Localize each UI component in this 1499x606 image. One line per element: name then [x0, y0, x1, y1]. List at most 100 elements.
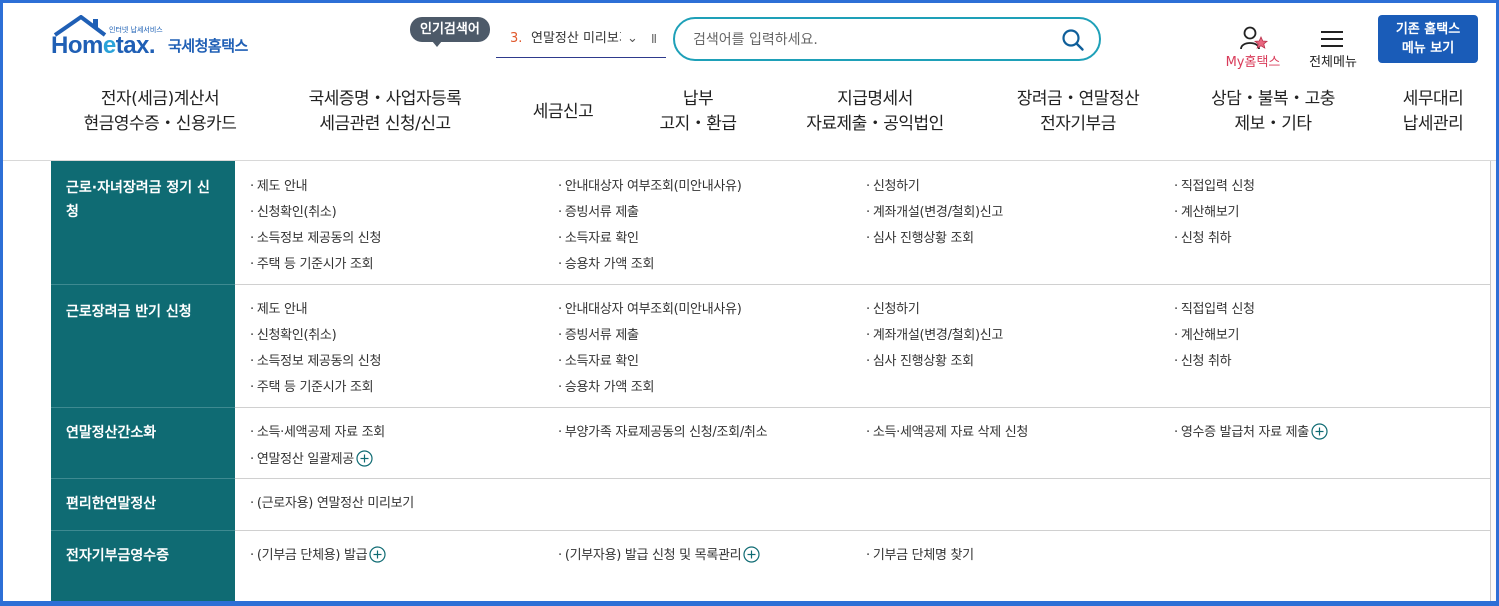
nav-line: 고지・환급 — [659, 114, 737, 134]
submenu-link[interactable]: 증빙서류 제출 — [558, 324, 639, 343]
popular-term[interactable]: 연말정산 미리보기 — [531, 22, 621, 56]
search-box — [673, 17, 1101, 61]
nav-line: 납세관리 — [1402, 114, 1464, 134]
submenu-link[interactable]: 심사 진행상황 조회 — [866, 350, 974, 369]
nav-line: 상담・불복・고충 — [1211, 89, 1335, 109]
submenu-link[interactable]: 신청하기 — [866, 175, 920, 194]
submenu-link-with-expand[interactable]: (기부자용) 발급 신청 및 목록관리 — [558, 544, 760, 563]
nav-item-e-invoice[interactable]: 전자(세금)계산서 현금영수증・신용카드 — [75, 87, 245, 137]
submenu-link[interactable]: 신청 취하 — [1174, 227, 1232, 246]
submenu-row: 근로장려금 반기 신청 제도 안내 안내대상자 여부조회(미안내사유) 신청하기… — [51, 285, 1491, 408]
submenu-link[interactable]: 심사 진행상황 조회 — [866, 227, 974, 246]
submenu-link[interactable]: 계산해보기 — [1174, 324, 1240, 343]
row-title[interactable]: 연말정산간소화 — [51, 408, 235, 478]
site-header: 인터넷 납세서비스 Hometax. 국세청홈택스 인기검색어 3. 연말정산 … — [3, 3, 1496, 73]
row-title[interactable]: 근로·자녀장려금 정기 신청 — [51, 161, 235, 284]
nav-item-payment[interactable]: 납부 고지・환급 — [643, 87, 753, 137]
all-menu-label: 전체메뉴 — [1309, 55, 1357, 70]
nav-item-payment-statement[interactable]: 지급명세서 자료제출・공익법인 — [793, 87, 957, 137]
plus-circle-icon[interactable] — [743, 546, 760, 563]
nav-line: 세금신고 — [532, 102, 594, 122]
nav-line: 세금관련 신청/신고 — [319, 114, 451, 134]
row-title[interactable]: 근로장려금 반기 신청 — [51, 285, 235, 407]
right-edge-scrollbar[interactable] — [1490, 161, 1496, 601]
submenu-link[interactable]: 안내대상자 여부조회(미안내사유) — [558, 298, 742, 317]
hometax-logo[interactable]: 인터넷 납세서비스 Hometax. 국세청홈택스 — [51, 15, 271, 63]
submenu-link[interactable]: 계좌개설(변경/철회)신고 — [866, 201, 1004, 220]
nav-item-certificates[interactable]: 국세증명・사업자등록 세금관련 신청/신고 — [295, 87, 475, 137]
pause-icon[interactable]: II — [651, 22, 657, 56]
submenu-link[interactable]: 직접입력 신청 — [1174, 298, 1255, 317]
submenu-link[interactable]: 제도 안내 — [250, 298, 308, 317]
row-title[interactable]: 전자기부금영수증 — [51, 531, 235, 601]
submenu-link[interactable]: 안내대상자 여부조회(미안내사유) — [558, 175, 742, 194]
plus-circle-icon[interactable] — [1311, 423, 1328, 440]
nav-item-tax-return[interactable]: 세금신고 — [523, 100, 603, 125]
submenu-link[interactable]: 제도 안내 — [250, 175, 308, 194]
submenu-link[interactable]: 계산해보기 — [1174, 201, 1240, 220]
submenu-link[interactable]: 신청확인(취소) — [250, 201, 337, 220]
nav-line: 세무대리 — [1402, 89, 1464, 109]
submenu-link-with-expand[interactable]: (기부금 단체용) 발급 — [250, 544, 386, 563]
search-input[interactable] — [693, 29, 1053, 51]
all-menu-button[interactable]: 전체메뉴 — [1303, 25, 1363, 71]
submenu-link[interactable]: (근로자용) 연말정산 미리보기 — [250, 492, 414, 511]
hamburger-icon — [1321, 31, 1343, 47]
submenu-link[interactable]: 신청하기 — [866, 298, 920, 317]
submenu-link[interactable]: 소득자료 확인 — [558, 350, 639, 369]
legacy-menu-line2: 메뉴 보기 — [1401, 41, 1455, 56]
submenu-link[interactable]: 소득·세액공제 자료 삭제 신청 — [866, 421, 1029, 440]
submenu-link[interactable]: 직접입력 신청 — [1174, 175, 1255, 194]
submenu-table: 근로·자녀장려금 정기 신청 제도 안내 안내대상자 여부조회(미안내사유) 신… — [51, 161, 1491, 601]
submenu-link[interactable]: 기부금 단체명 찾기 — [866, 544, 974, 563]
submenu-link-text: 연말정산 일괄제공 — [256, 452, 354, 467]
submenu-link[interactable]: 소득자료 확인 — [558, 227, 639, 246]
nav-item-incentive-year-end[interactable]: 장려금・연말정산 전자기부금 — [1003, 87, 1153, 137]
nav-line: 현금영수증・신용카드 — [83, 114, 237, 134]
submenu-link[interactable]: 소득·세액공제 자료 조회 — [250, 421, 385, 440]
submenu-link-text: 영수증 발급처 자료 제출 — [1180, 425, 1309, 440]
logo-part-e: e — [102, 32, 116, 59]
nav-item-tax-agent[interactable]: 세무대리 납세관리 — [1393, 87, 1473, 137]
row-title[interactable]: 편리한연말정산 — [51, 479, 235, 530]
my-hometax-label: My홈택스 — [1225, 55, 1281, 70]
submenu-link[interactable]: 승용차 가액 조회 — [558, 376, 655, 395]
logo-part-tax: tax. — [115, 32, 156, 59]
search-icon[interactable] — [1061, 28, 1085, 52]
popular-keywords-badge: 인기검색어 — [410, 17, 490, 47]
my-hometax-button[interactable]: My홈택스 — [1218, 25, 1288, 71]
nav-line: 국세증명・사업자등록 — [308, 89, 462, 109]
submenu-link-text: (기부금 단체용) 발급 — [256, 548, 368, 563]
chevron-down-icon[interactable]: ⌄ — [627, 22, 638, 56]
main-navigation: 전자(세금)계산서 현금영수증・신용카드 국세증명・사업자등록 세금관련 신청/… — [3, 73, 1496, 161]
nav-line: 제보・기타 — [1234, 114, 1312, 134]
plus-circle-icon[interactable] — [369, 546, 386, 563]
submenu-row: 연말정산간소화 소득·세액공제 자료 조회 부양가족 자료제공동의 신청/조회/… — [51, 408, 1491, 479]
nav-line: 납부 — [682, 89, 714, 109]
legacy-menu-button[interactable]: 기존 홈택스 메뉴 보기 — [1378, 15, 1478, 63]
submenu-link[interactable]: 신청확인(취소) — [250, 324, 337, 343]
submenu-link[interactable]: 소득정보 제공동의 신청 — [250, 227, 382, 246]
plus-circle-icon[interactable] — [356, 450, 373, 467]
nav-line: 전자기부금 — [1040, 114, 1116, 134]
submenu-link[interactable]: 부양가족 자료제공동의 신청/조회/취소 — [558, 421, 768, 440]
popular-rank: 3. — [510, 31, 523, 46]
nav-line: 장려금・연말정산 — [1016, 89, 1140, 109]
submenu-link[interactable]: 증빙서류 제출 — [558, 201, 639, 220]
submenu-link-with-expand[interactable]: 영수증 발급처 자료 제출 — [1174, 421, 1328, 440]
logo-wordmark: Hometax. — [51, 32, 156, 60]
popular-keyword-rolling[interactable]: 3. 연말정산 미리보기 ⌄ II — [496, 22, 666, 58]
nav-line: 자료제출・공익법인 — [806, 114, 944, 134]
submenu-link[interactable]: 승용차 가액 조회 — [558, 253, 655, 272]
nav-line: 지급명세서 — [837, 89, 913, 109]
submenu-link-text: (기부자용) 발급 신청 및 목록관리 — [564, 548, 742, 563]
logo-korean-name: 국세청홈택스 — [168, 37, 248, 55]
submenu-link[interactable]: 신청 취하 — [1174, 350, 1232, 369]
submenu-link[interactable]: 주택 등 기준시가 조회 — [250, 253, 374, 272]
submenu-link-with-expand[interactable]: 연말정산 일괄제공 — [250, 448, 373, 467]
nav-item-consulting[interactable]: 상담・불복・고충 제보・기타 — [1198, 87, 1348, 137]
submenu-link[interactable]: 계좌개설(변경/철회)신고 — [866, 324, 1004, 343]
submenu-link[interactable]: 소득정보 제공동의 신청 — [250, 350, 382, 369]
submenu-link[interactable]: 주택 등 기준시가 조회 — [250, 376, 374, 395]
legacy-menu-line1: 기존 홈택스 — [1395, 22, 1461, 37]
